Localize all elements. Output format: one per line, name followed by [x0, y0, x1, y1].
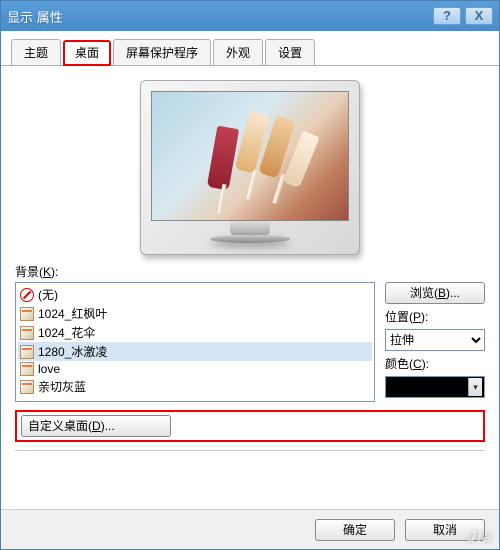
dialog-button-bar: 确定 取消 J!a	[1, 509, 499, 549]
list-item[interactable]: 亲切灰蓝	[18, 377, 372, 396]
monitor-base	[210, 235, 290, 243]
browse-button[interactable]: 浏览(B)...	[385, 282, 485, 304]
background-panel: (无) 1024_红枫叶 1024_花伞 1280_冰激凌 love	[15, 282, 485, 402]
none-icon	[20, 288, 34, 302]
titlebar: 显示 属性 ? X	[1, 1, 499, 31]
chevron-down-icon: ▾	[468, 378, 482, 396]
list-item[interactable]: (无)	[18, 285, 372, 304]
monitor-stand	[230, 221, 270, 235]
image-file-icon	[20, 326, 34, 340]
background-label: 背景(K):	[15, 263, 485, 280]
tab-strip: 主题 桌面 屏幕保护程序 外观 设置	[1, 31, 499, 66]
monitor-frame	[140, 80, 360, 255]
tab-themes[interactable]: 主题	[11, 39, 61, 65]
list-item[interactable]: 1024_花伞	[18, 323, 372, 342]
help-button[interactable]: ?	[433, 7, 461, 25]
list-item[interactable]: 1024_红枫叶	[18, 304, 372, 323]
background-list[interactable]: (无) 1024_红枫叶 1024_花伞 1280_冰激凌 love	[15, 282, 375, 402]
tab-content-desktop: 背景(K): (无) 1024_红枫叶 1024_花伞 1280_冰激	[1, 66, 499, 465]
display-properties-window: 显示 属性 ? X 主题 桌面 屏幕保护程序 外观 设置	[0, 0, 500, 550]
tab-settings[interactable]: 设置	[265, 39, 315, 65]
ok-button[interactable]: 确定	[315, 519, 395, 541]
color-picker[interactable]: ▾	[385, 376, 485, 398]
divider	[15, 450, 485, 451]
close-button[interactable]: X	[465, 7, 493, 25]
image-file-icon	[20, 362, 34, 376]
system-buttons: ? X	[433, 7, 493, 25]
list-item[interactable]: 1280_冰激凌	[18, 342, 372, 361]
position-select[interactable]: 拉伸	[385, 329, 485, 351]
image-file-icon	[20, 307, 34, 321]
tab-appearance[interactable]: 外观	[213, 39, 263, 65]
customize-desktop-row: 自定义桌面(D)...	[15, 410, 485, 442]
monitor-preview-area	[15, 74, 485, 259]
wallpaper-preview	[151, 91, 349, 221]
watermark: J!a	[467, 529, 493, 547]
tab-desktop[interactable]: 桌面	[63, 40, 111, 66]
list-item[interactable]: love	[18, 361, 372, 377]
customize-desktop-button[interactable]: 自定义桌面(D)...	[21, 415, 171, 437]
tab-screensaver[interactable]: 屏幕保护程序	[113, 39, 211, 65]
image-file-icon	[20, 345, 34, 359]
color-label: 颜色(C):	[385, 355, 485, 372]
image-file-icon	[20, 380, 34, 394]
background-options: 浏览(B)... 位置(P): 拉伸 颜色(C): ▾	[385, 282, 485, 402]
position-label: 位置(P):	[385, 308, 485, 325]
window-title: 显示 属性	[7, 7, 433, 26]
